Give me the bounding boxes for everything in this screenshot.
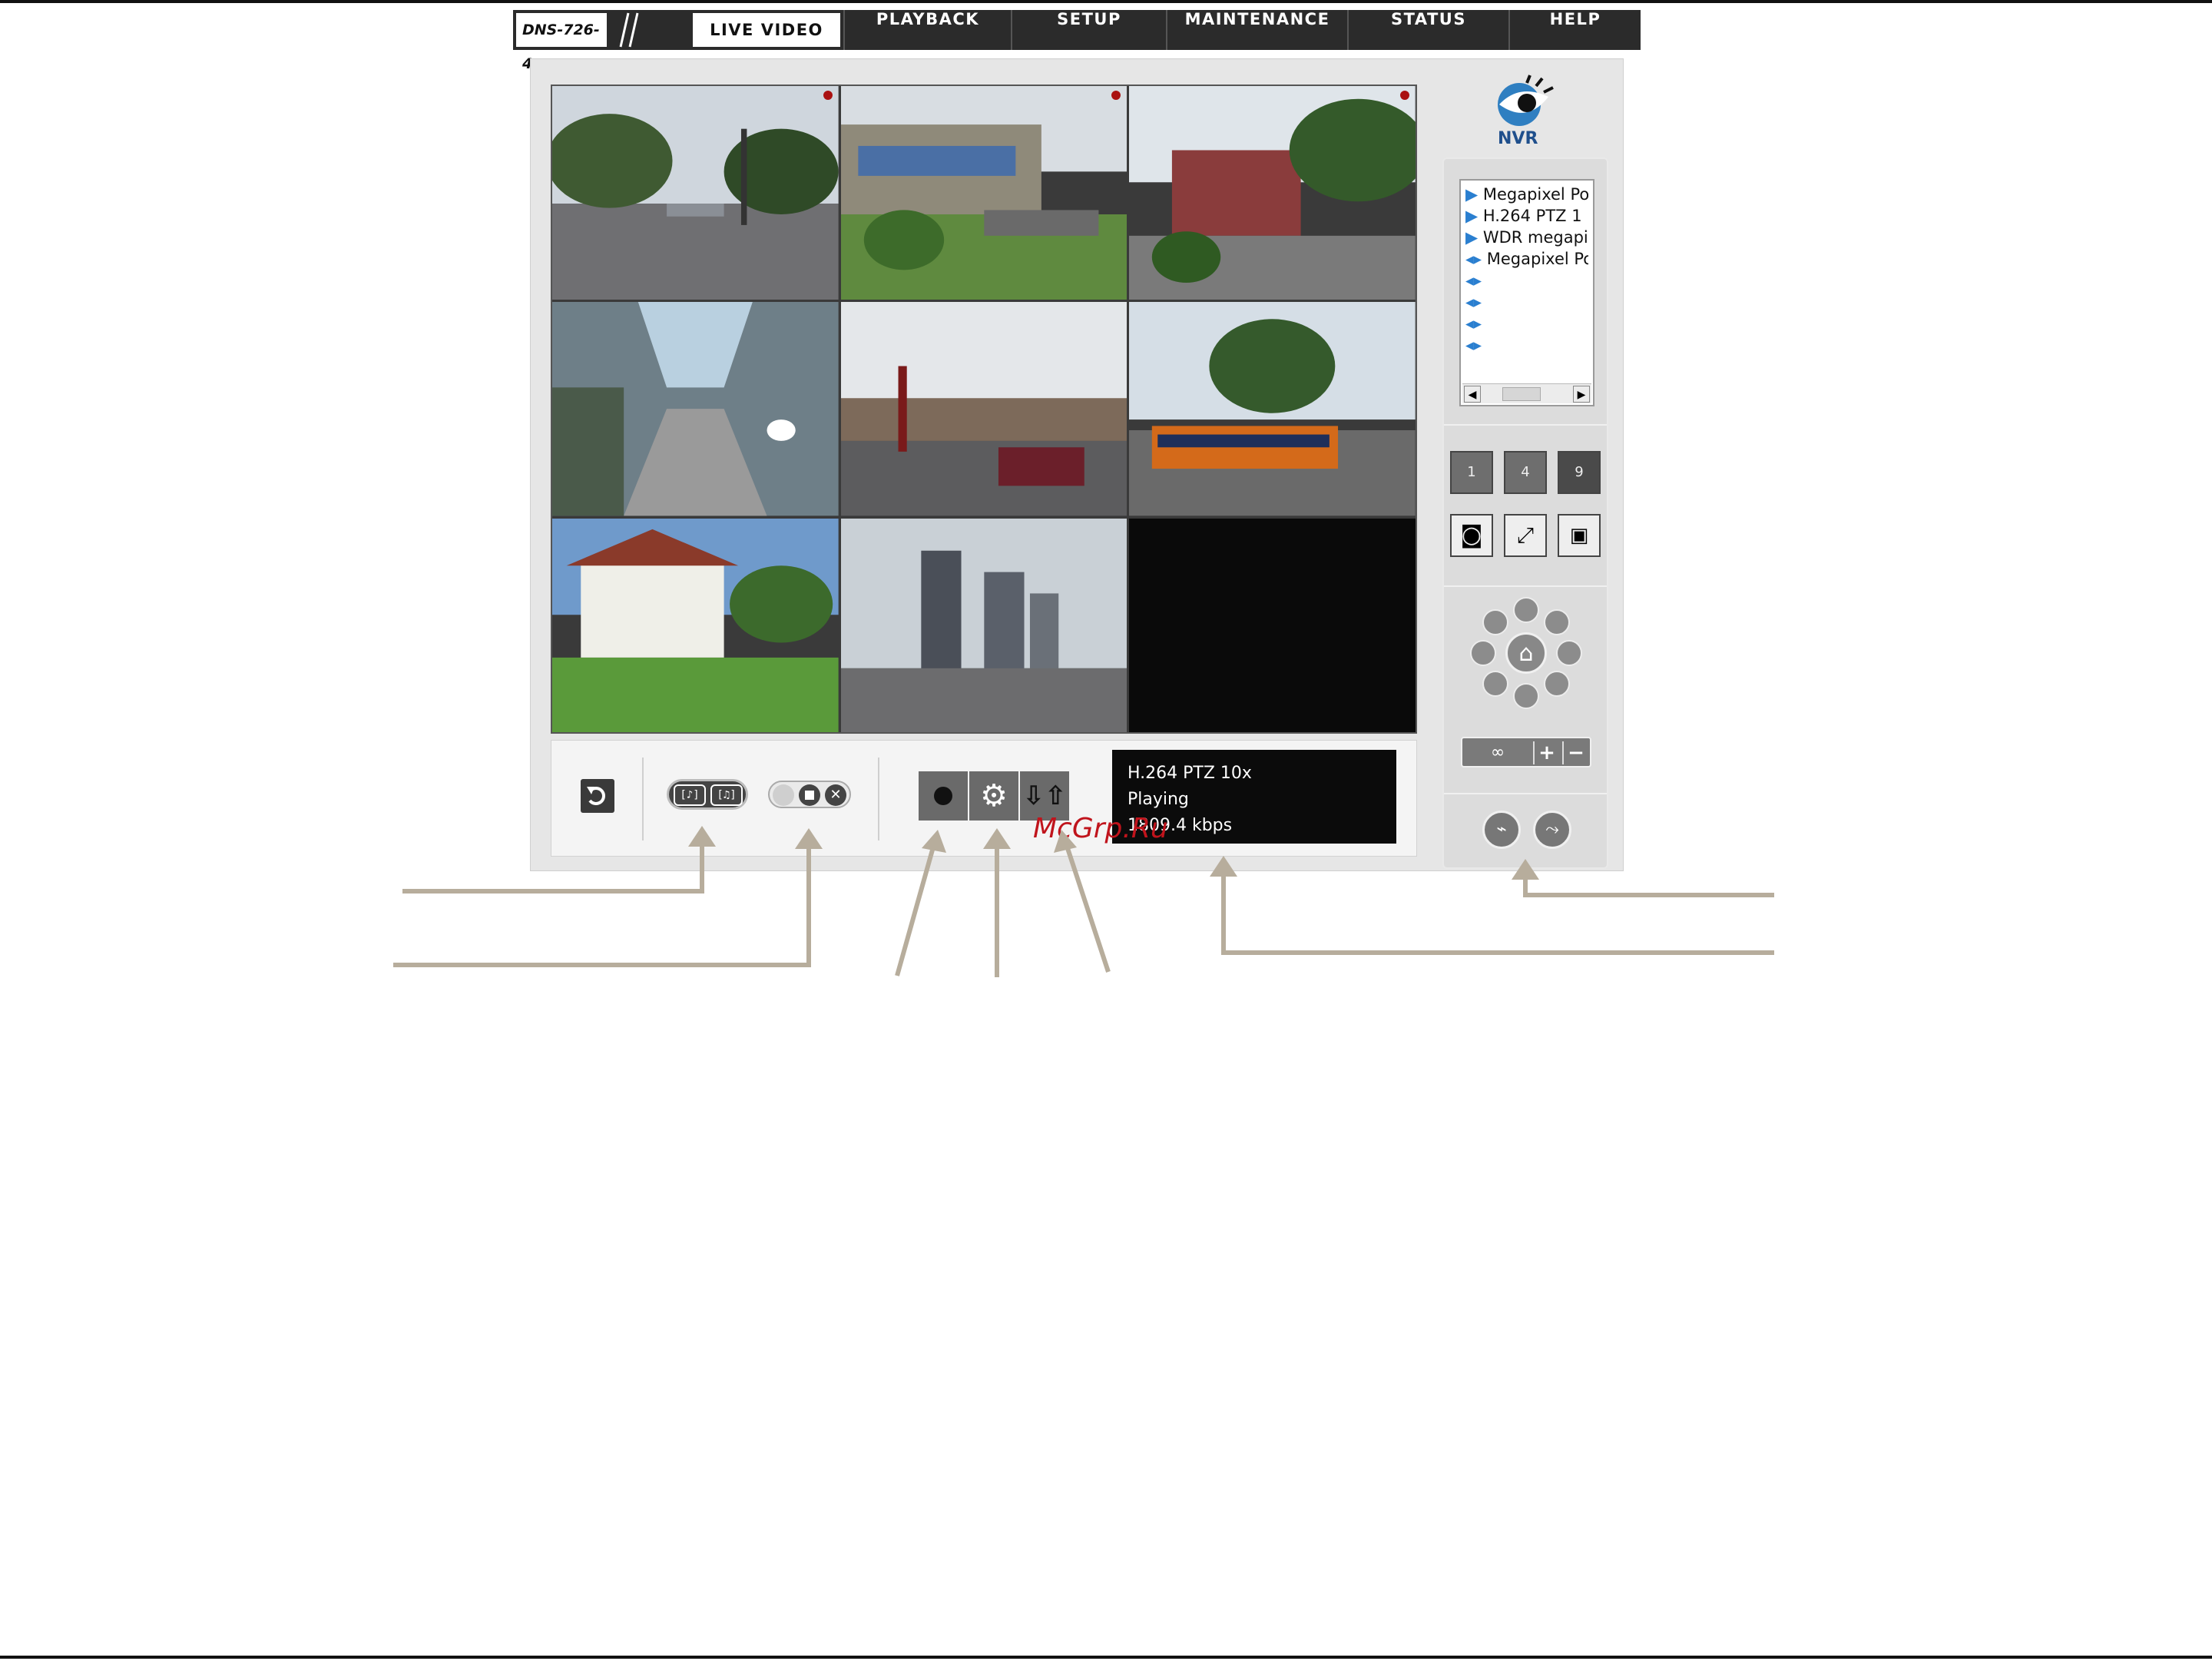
annotation-arrows: [393, 826, 1774, 977]
